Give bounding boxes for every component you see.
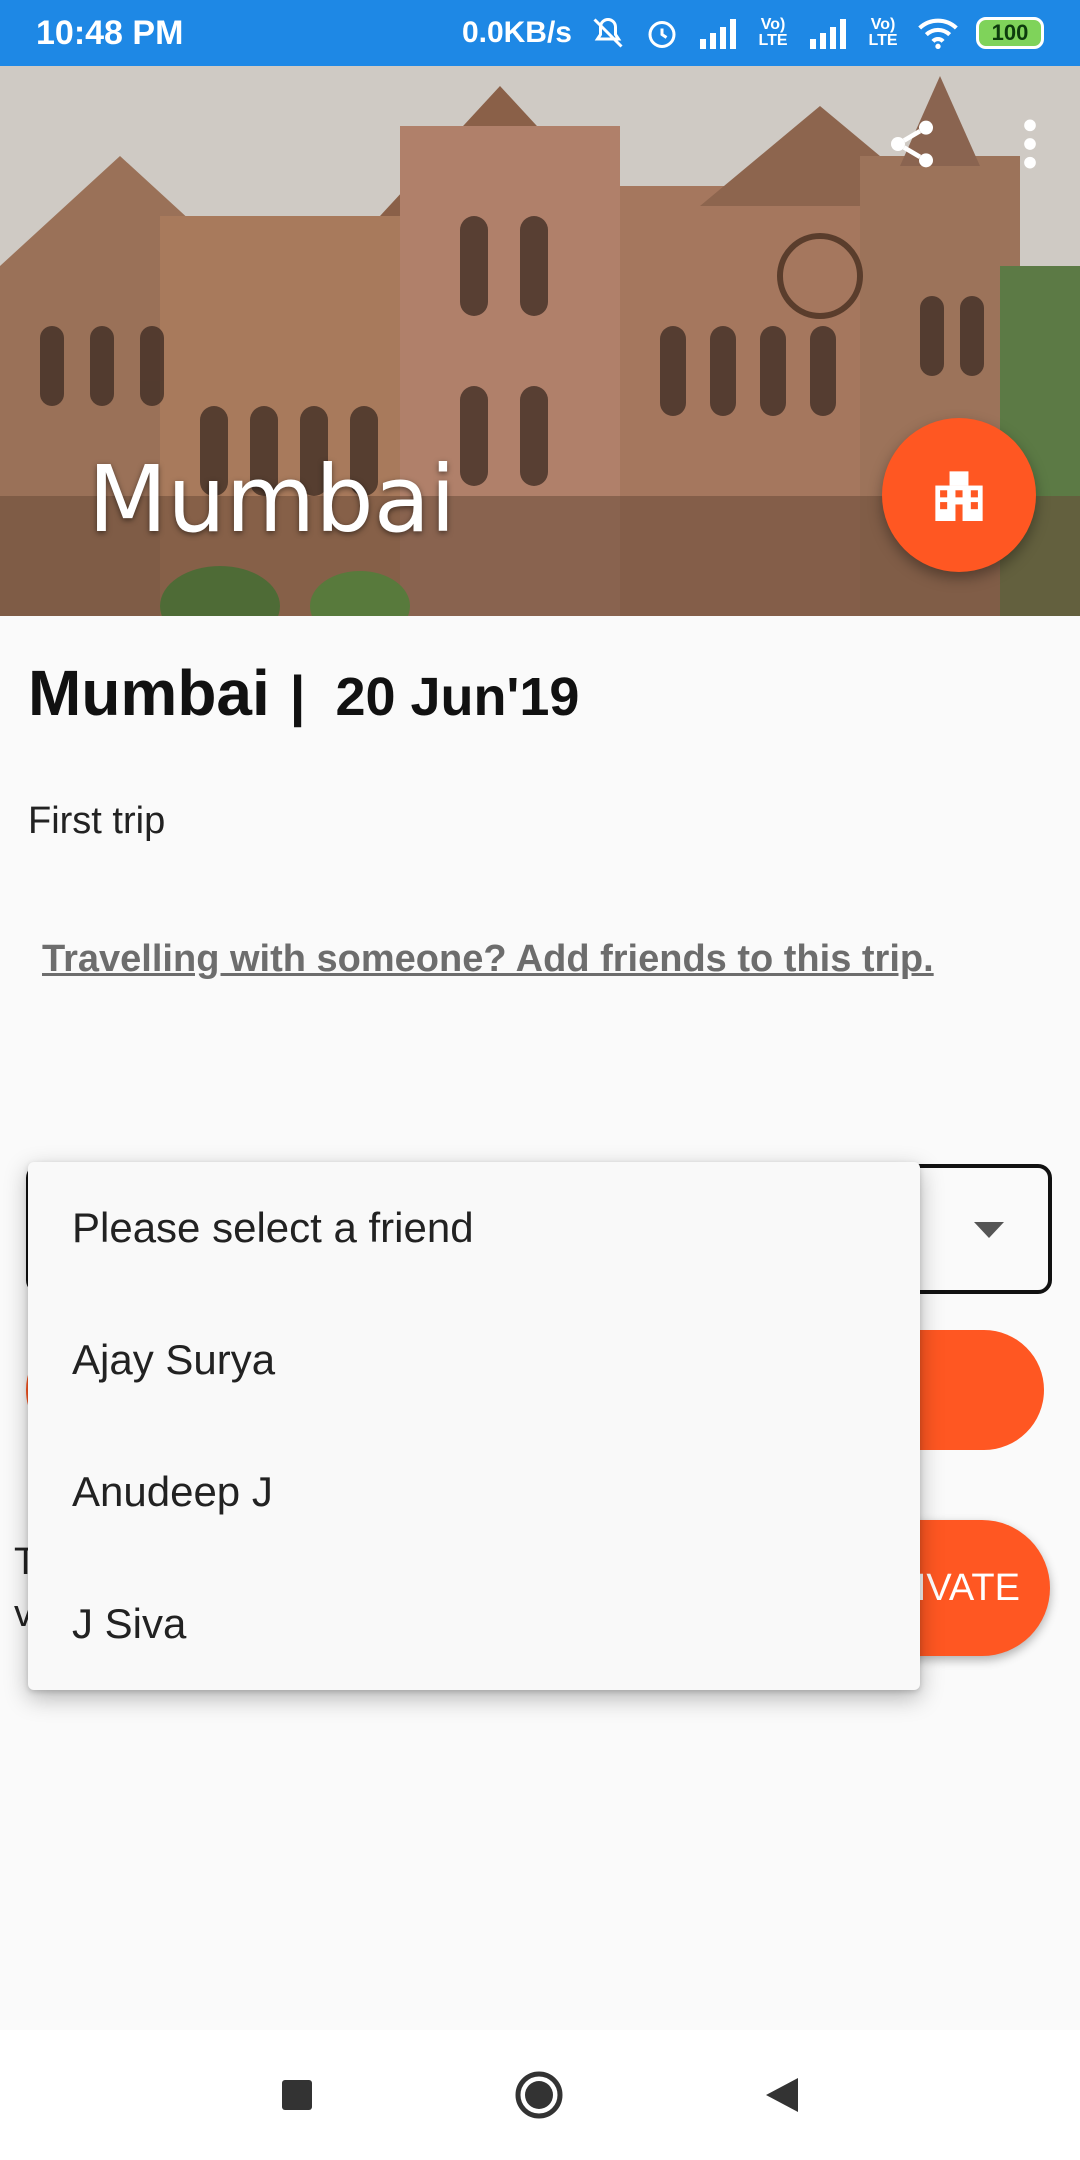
hotel-icon [935,471,983,521]
mute-icon [593,17,623,48]
signal-icon [810,19,846,49]
recent-apps-icon[interactable] [280,2078,314,2112]
friend-dropdown-menu: Please select a friend Ajay Surya Anudee… [28,1162,920,1690]
back-icon[interactable] [764,2076,800,2114]
battery-level: 100 [991,20,1029,45]
add-friends-link[interactable]: Travelling with someone? Add friends to … [42,938,934,981]
navigation-bar [0,2030,1080,2160]
trip-date: 20 Jun'19 [335,667,580,727]
status-icons: 0.0KB/s Vo) LTE Vo) LTE 100 [462,15,1044,51]
dropdown-option-placeholder[interactable]: Please select a friend [28,1162,920,1294]
screen: 10:48 PM 0.0KB/s Vo) LTE Vo) LTE 100 Mum… [0,0,1080,2160]
heading-separator: | [289,664,306,727]
hotel-fab-button[interactable] [882,418,1036,572]
home-icon[interactable] [514,2070,564,2120]
dropdown-option-friend[interactable]: Anudeep J [28,1426,920,1558]
status-time: 10:48 PM [36,13,184,52]
chevron-down-icon [974,1222,1004,1238]
trip-heading: Mumbai | 20 Jun'19 [28,656,579,730]
more-vert-icon[interactable] [1020,116,1040,172]
trip-city: Mumbai [28,657,270,729]
private-button-label: IVATE [915,1566,1020,1609]
dropdown-option-friend[interactable]: J Siva [28,1558,920,1690]
network-speed: 0.0KB/s [461,16,572,49]
battery-icon: 100 [976,17,1044,49]
volte-icon: Vo) LTE [868,16,898,49]
dropdown-option-friend[interactable]: Ajay Surya [28,1294,920,1426]
trip-description: First trip [28,800,166,842]
hero-toolbar [884,116,1040,172]
wifi-icon [918,18,958,49]
hero-city-title: Mumbai [88,446,456,553]
signal-icon [700,19,736,49]
status-bar: 10:48 PM 0.0KB/s Vo) LTE Vo) LTE 100 [0,0,1080,66]
share-icon[interactable] [884,116,940,172]
volte-icon: Vo) LTE [758,16,788,49]
alarm-icon [648,21,676,48]
